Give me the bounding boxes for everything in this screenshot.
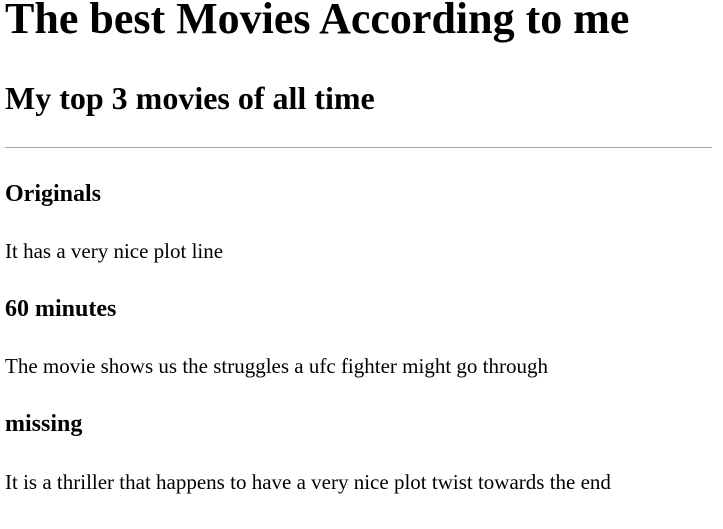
movie-description-missing: It is a thriller that happens to have a … — [5, 470, 611, 494]
movie-description-60-minutes: The movie shows us the struggles a ufc f… — [5, 354, 548, 378]
movie-title-missing: missing — [5, 411, 83, 437]
page-subtitle: My top 3 movies of all time — [5, 80, 375, 116]
page-title: The best Movies According to me — [5, 0, 630, 43]
movie-description-originals: It has a very nice plot line — [5, 239, 224, 263]
movie-title-60-minutes: 60 minutes — [5, 296, 117, 322]
divider — [5, 147, 712, 148]
movie-title-originals: Originals — [5, 181, 102, 207]
